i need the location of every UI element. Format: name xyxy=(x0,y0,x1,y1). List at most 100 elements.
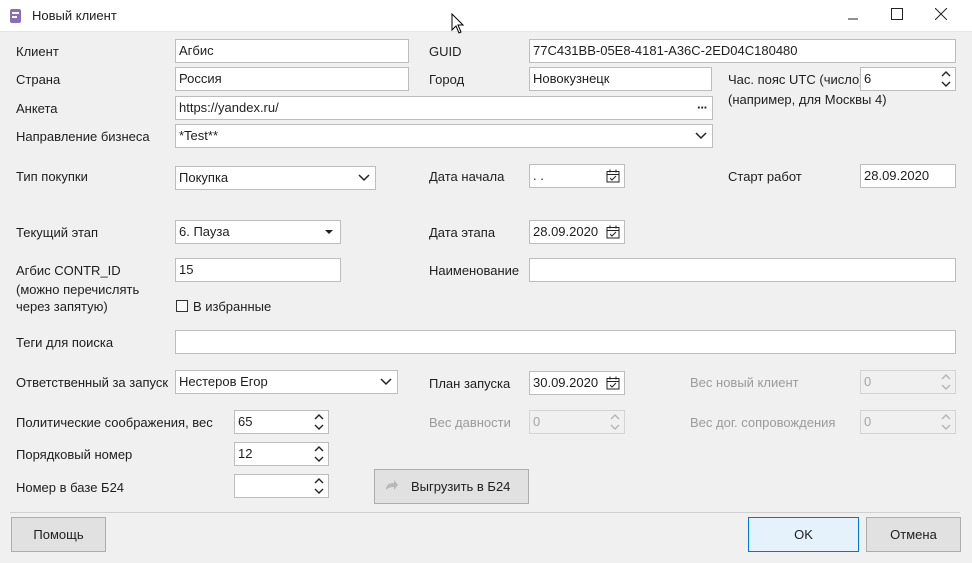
direction-value: *Test** xyxy=(179,128,219,143)
contr-id-label: Агбис CONTR_ID xyxy=(16,263,121,278)
chevron-down-icon xyxy=(355,167,373,189)
purchase-type-label: Тип покупки xyxy=(16,169,88,184)
close-icon xyxy=(934,7,948,23)
spin-arrows-icon[interactable] xyxy=(938,68,954,90)
guid-input[interactable]: 77C431BB-05E8-4181-A36C-2ED04C180480 xyxy=(529,39,956,63)
calendar-icon[interactable] xyxy=(604,221,622,243)
caret-down-icon xyxy=(320,221,338,243)
work-start-value: 28.09.2020 xyxy=(864,168,930,183)
age-weight-value: 0 xyxy=(533,414,541,429)
name-input[interactable] xyxy=(529,258,956,282)
direction-select[interactable]: *Test** xyxy=(175,124,713,148)
start-date-input[interactable]: . . xyxy=(529,164,625,188)
chevron-down-icon xyxy=(377,371,395,393)
contr-id-hint-2: через запятую) xyxy=(16,299,108,314)
client-label: Клиент xyxy=(16,44,59,59)
responsible-value: Нестеров Егор xyxy=(179,374,268,389)
purchase-type-select[interactable]: Покупка xyxy=(175,166,376,190)
ellipsis-button[interactable]: ··· xyxy=(694,97,710,119)
tz-label: Час. пояс UTC (число) xyxy=(728,72,864,87)
country-input[interactable]: Россия xyxy=(175,67,409,91)
cancel-button[interactable]: Отмена xyxy=(866,517,961,552)
spin-arrows-icon[interactable] xyxy=(311,411,327,433)
support-weight-value: 0 xyxy=(864,414,872,429)
footer-divider xyxy=(10,512,960,513)
responsible-select[interactable]: Нестеров Егор xyxy=(175,370,398,394)
mouse-cursor-icon xyxy=(451,12,465,38)
name-label: Наименование xyxy=(429,263,520,278)
tz-hint: (например, для Москвы 4) xyxy=(728,92,887,107)
export-b24-label: Выгрузить в Б24 xyxy=(411,479,511,494)
city-input[interactable]: Новокузнецк xyxy=(529,67,712,91)
city-label: Город xyxy=(429,72,465,87)
close-button[interactable] xyxy=(918,0,964,31)
guid-value: 77C431BB-05E8-4181-A36C-2ED04C180480 xyxy=(533,43,798,58)
tags-label: Теги для поиска xyxy=(16,335,114,350)
app-icon xyxy=(8,8,24,24)
ok-button[interactable]: OK xyxy=(748,517,859,552)
client-value: Агбис xyxy=(179,43,214,58)
political-label: Политические соображения, вес xyxy=(16,415,213,430)
calendar-icon[interactable] xyxy=(604,165,622,187)
survey-input[interactable]: https://yandex.ru/ ··· xyxy=(175,96,713,120)
contr-id-input[interactable]: 15 xyxy=(175,258,341,282)
launch-plan-input[interactable]: 30.09.2020 xyxy=(529,371,625,395)
help-button[interactable]: Помощь xyxy=(11,517,106,552)
new-client-weight-value: 0 xyxy=(864,374,872,389)
work-start-label: Старт работ xyxy=(728,169,802,184)
direction-label: Направление бизнеса xyxy=(16,129,150,144)
age-weight-spinner: 0 xyxy=(529,410,625,434)
client-input[interactable]: Агбис xyxy=(175,39,409,63)
calendar-icon[interactable] xyxy=(604,372,622,394)
spin-arrows-icon xyxy=(938,371,954,393)
stage-date-label: Дата этапа xyxy=(429,225,496,240)
export-b24-button[interactable]: Выгрузить в Б24 xyxy=(374,469,529,504)
tags-input[interactable] xyxy=(175,330,956,354)
launch-plan-label: План запуска xyxy=(429,376,511,391)
spin-arrows-icon xyxy=(938,411,954,433)
start-date-value: . . xyxy=(533,168,544,183)
new-client-weight-label: Вес новый клиент xyxy=(690,375,799,390)
age-weight-label: Вес давности xyxy=(429,415,511,430)
chevron-down-icon xyxy=(692,125,710,147)
ok-label: OK xyxy=(794,527,813,542)
survey-label: Анкета xyxy=(16,101,58,116)
stage-value: 6. Пауза xyxy=(179,224,230,239)
purchase-type-value: Покупка xyxy=(179,170,229,185)
country-value: Россия xyxy=(179,71,222,86)
favorites-label: В избранные xyxy=(193,299,272,314)
maximize-icon xyxy=(891,8,903,23)
support-weight-spinner: 0 xyxy=(860,410,956,434)
spin-arrows-icon xyxy=(607,411,623,433)
work-start-input[interactable]: 28.09.2020 xyxy=(860,164,956,188)
spin-arrows-icon[interactable] xyxy=(311,443,327,465)
order-value: 12 xyxy=(238,446,253,461)
tz-spinner[interactable]: 6 xyxy=(860,67,956,91)
guid-label: GUID xyxy=(429,44,462,59)
b24-spinner[interactable] xyxy=(234,474,329,498)
political-value: 65 xyxy=(238,414,253,429)
share-arrow-icon xyxy=(383,477,399,496)
contr-id-value: 15 xyxy=(179,262,194,277)
survey-value: https://yandex.ru/ xyxy=(179,100,279,115)
minimize-icon xyxy=(847,8,859,23)
political-spinner[interactable]: 65 xyxy=(234,410,329,434)
stage-date-value: 28.09.2020 xyxy=(533,224,599,239)
support-weight-label: Вес дог. сопровождения xyxy=(690,415,836,430)
maximize-button[interactable] xyxy=(874,0,920,31)
b24-label: Номер в базе Б24 xyxy=(16,480,125,495)
minimize-button[interactable] xyxy=(830,0,876,31)
order-spinner[interactable]: 12 xyxy=(234,442,329,466)
stage-label: Текущий этап xyxy=(16,225,99,240)
start-date-label: Дата начала xyxy=(429,169,505,184)
cancel-label: Отмена xyxy=(890,527,937,542)
title-bar: Новый клиент xyxy=(0,0,972,32)
contr-id-hint-1: (можно перечислять xyxy=(16,282,140,297)
stage-date-input[interactable]: 28.09.2020 xyxy=(529,220,625,244)
country-label: Страна xyxy=(16,72,61,87)
stage-select[interactable]: 6. Пауза xyxy=(175,220,341,244)
help-label: Помощь xyxy=(33,527,84,542)
spin-arrows-icon[interactable] xyxy=(311,475,327,497)
city-value: Новокузнецк xyxy=(533,71,610,86)
favorites-checkbox[interactable] xyxy=(176,300,188,312)
